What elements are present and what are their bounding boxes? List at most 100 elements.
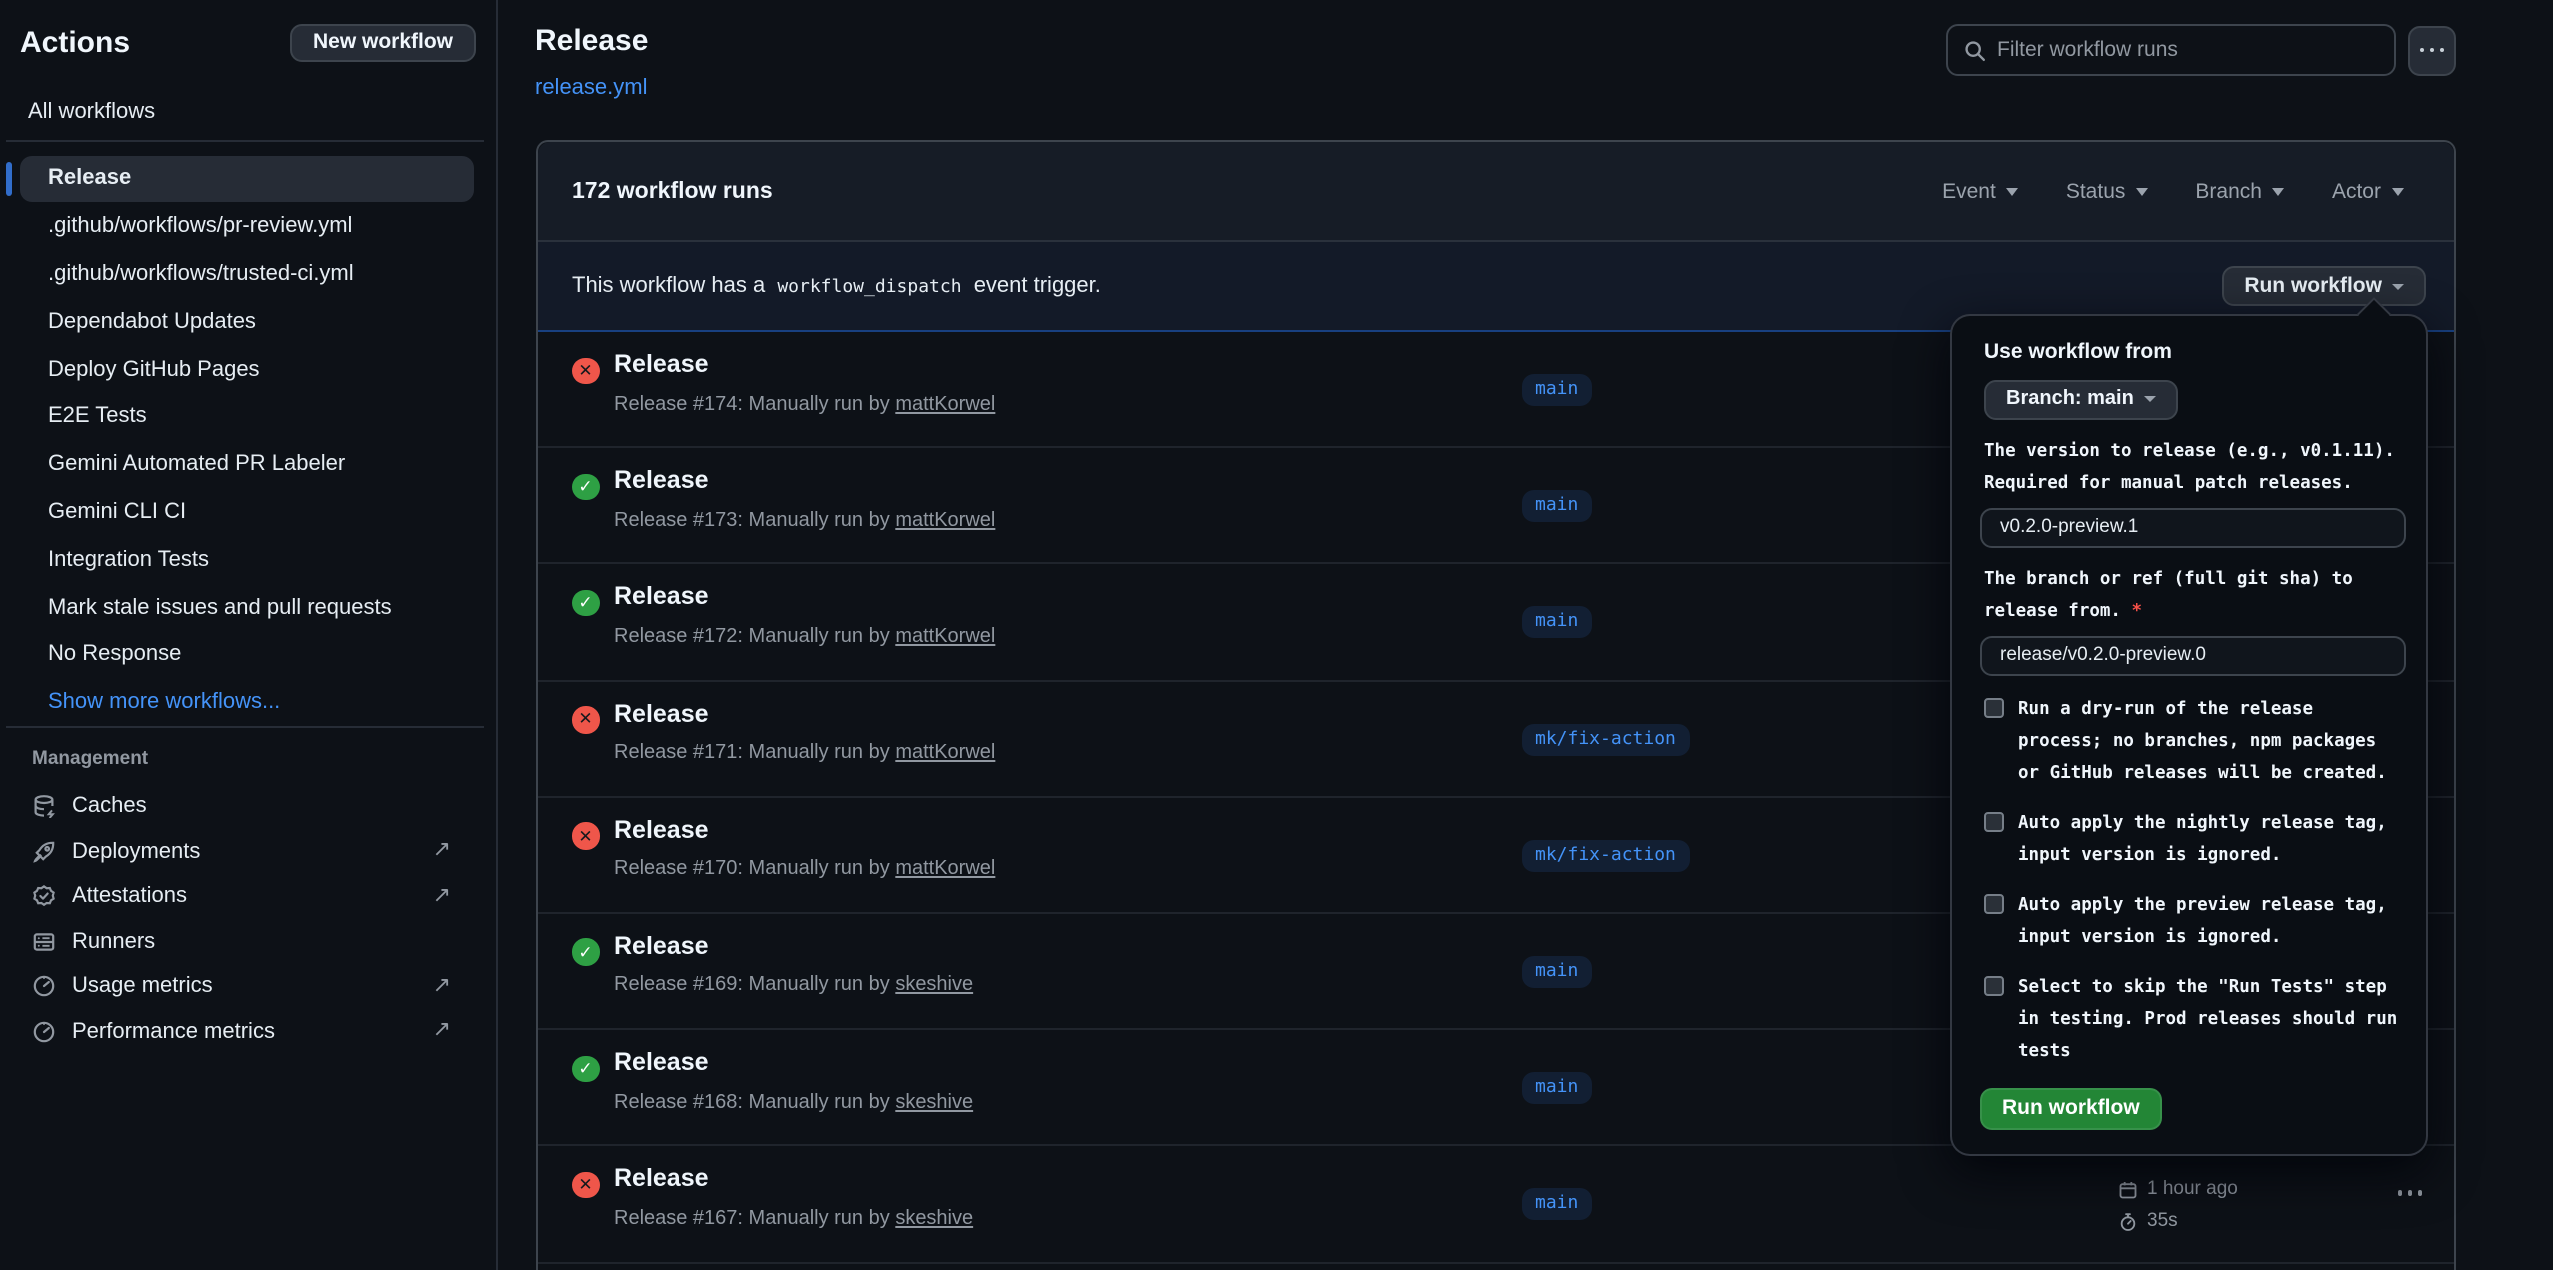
branch-badge[interactable]: main <box>1521 607 1592 639</box>
actor-link[interactable]: mattKorwel <box>895 742 995 764</box>
run-description: Release #167: Manually run by skeshive <box>614 1208 973 1230</box>
workflow-file-link[interactable]: release.yml <box>535 76 648 100</box>
run-title[interactable]: Release <box>614 1048 709 1076</box>
branch-badge[interactable]: main <box>1521 490 1592 522</box>
run-workflow-submit-button[interactable]: Run workflow <box>1980 1087 2162 1129</box>
chevron-down-icon <box>2392 283 2404 289</box>
ref-input[interactable] <box>1980 635 2406 675</box>
run-title[interactable]: Release <box>614 350 709 378</box>
sidebar-item-runners[interactable]: Runners <box>0 919 495 964</box>
sidebar-item-mark-stale[interactable]: Mark stale issues and pull requests <box>0 583 495 631</box>
sidebar-item-pr-review[interactable]: .github/workflows/pr-review.yml <box>0 203 495 251</box>
actor-link[interactable]: mattKorwel <box>895 393 995 415</box>
run-title[interactable]: Release <box>614 816 709 844</box>
sidebar-item-deploy-github-pages[interactable]: Deploy GitHub Pages <box>0 345 495 393</box>
ref-help-label: The branch or ref (full git sha) to rele… <box>1984 569 2353 621</box>
verified-icon <box>32 885 56 909</box>
sidebar-item-label: Deployments <box>72 840 200 864</box>
sidebar-item-release[interactable]: Release <box>19 155 473 203</box>
version-help-text: The version to release (e.g., v0.1.11). … <box>1984 435 2406 499</box>
filter-runs-input[interactable] <box>1997 38 2378 62</box>
sidebar-item-e2e-tests[interactable]: E2E Tests <box>0 393 495 441</box>
actor-link[interactable]: mattKorwel <box>895 626 995 648</box>
skip-tests-checkbox-row: Select to skip the "Run Tests" step in t… <box>1984 971 2402 1067</box>
version-input[interactable] <box>1980 507 2406 547</box>
sidebar-item-deployments[interactable]: Deployments ↗ <box>0 829 495 874</box>
show-more-workflows-link[interactable]: Show more workflows... <box>0 679 495 727</box>
run-description: Release #168: Manually run by skeshive <box>614 1091 973 1113</box>
branch-badge[interactable]: main <box>1521 1072 1592 1104</box>
filter-event-dropdown[interactable]: Event <box>1942 179 2018 203</box>
sidebar-item-performance-metrics[interactable]: Performance metrics ↗ <box>0 1009 495 1054</box>
run-status-icon <box>572 823 599 850</box>
sidebar-item-attestations[interactable]: Attestations ↗ <box>0 874 495 919</box>
dry-run-checkbox[interactable] <box>1984 698 2004 718</box>
actor-link[interactable]: skeshive <box>895 1091 973 1113</box>
run-title[interactable]: Release <box>614 583 709 611</box>
kebab-icon <box>2407 1191 2412 1196</box>
sidebar-item-integration-tests[interactable]: Integration Tests <box>0 536 495 584</box>
sidebar-item-trusted-ci[interactable]: .github/workflows/trusted-ci.yml <box>0 250 495 298</box>
server-icon <box>32 930 56 954</box>
kebab-icon <box>2397 1191 2402 1196</box>
run-status-icon <box>572 473 599 500</box>
run-description-text: Release #170: Manually run by <box>614 859 890 881</box>
branch-badge[interactable]: main <box>1521 956 1592 988</box>
external-link-icon: ↗ <box>433 886 451 908</box>
actor-link[interactable]: skeshive <box>895 975 973 997</box>
actor-link[interactable]: mattKorwel <box>895 509 995 531</box>
sidebar-item-usage-metrics[interactable]: Usage metrics ↗ <box>0 964 495 1009</box>
run-meta: 1 hour ago 35s <box>2117 1174 2238 1238</box>
workflow-options-kebab-button[interactable] <box>2408 25 2455 75</box>
branch-badge[interactable]: mk/fix-action <box>1521 840 1690 872</box>
page-title: Release <box>535 24 648 58</box>
new-workflow-button[interactable]: New workflow <box>291 24 475 61</box>
checkbox-label[interactable]: Auto apply the nightly release tag, inpu… <box>2018 807 2402 871</box>
filter-runs-searchbox[interactable] <box>1945 24 2396 76</box>
sidebar-item-gemini-cli-ci[interactable]: Gemini CLI CI <box>0 488 495 536</box>
run-title[interactable]: Release <box>614 466 709 494</box>
actor-link[interactable]: mattKorwel <box>895 859 995 881</box>
management-heading: Management <box>32 748 148 770</box>
run-title[interactable]: Release <box>614 932 709 960</box>
run-workflow-dropdown-button[interactable]: Run workflow <box>2222 266 2426 306</box>
checkbox-label[interactable]: Auto apply the preview release tag, inpu… <box>2018 889 2402 953</box>
filter-status-dropdown[interactable]: Status <box>2066 179 2148 203</box>
run-description-text: Release #174: Manually run by <box>614 393 890 415</box>
run-title[interactable]: Release <box>614 1165 709 1193</box>
filter-actor-dropdown[interactable]: Actor <box>2332 179 2403 203</box>
run-status-icon <box>572 1172 599 1199</box>
preview-tag-checkbox[interactable] <box>1984 894 2004 914</box>
chevron-down-icon <box>2135 187 2147 195</box>
sidebar-divider <box>6 140 483 142</box>
run-title[interactable]: Release <box>614 699 709 727</box>
skip-tests-checkbox[interactable] <box>1984 976 2004 996</box>
sidebar-item-label: E2E Tests <box>48 405 147 429</box>
all-workflows-link[interactable]: All workflows <box>28 100 155 124</box>
branch-badge[interactable]: mk/fix-action <box>1521 723 1690 755</box>
branch-selector-button[interactable]: Branch: main <box>1984 379 2178 419</box>
run-description: Release #172: Manually run by mattKorwel <box>614 626 995 648</box>
branch-badge[interactable]: main <box>1521 374 1592 406</box>
calendar-icon <box>2117 1180 2137 1200</box>
sidebar-item-label: Runners <box>72 930 155 954</box>
branch-badge[interactable]: main <box>1521 1189 1592 1221</box>
run-status-icon <box>572 939 599 966</box>
run-kebab-button[interactable] <box>2397 1191 2422 1196</box>
checkbox-label[interactable]: Select to skip the "Run Tests" step in t… <box>2018 971 2402 1067</box>
sidebar-item-caches[interactable]: Caches <box>0 784 495 829</box>
sidebar-item-label: .github/workflows/pr-review.yml <box>48 214 352 238</box>
chevron-down-icon <box>2272 187 2284 195</box>
sidebar-item-label: Release <box>48 167 131 191</box>
checkbox-label[interactable]: Run a dry-run of the release process; no… <box>2018 693 2402 789</box>
filter-label: Status <box>2066 179 2126 203</box>
sidebar-item-dependabot-updates[interactable]: Dependabot Updates <box>0 298 495 346</box>
chevron-down-icon <box>2144 396 2156 402</box>
run-row[interactable]: Release Release #167: Manually run by sk… <box>537 1147 2453 1263</box>
filter-branch-dropdown[interactable]: Branch <box>2195 179 2284 203</box>
sidebar-item-gemini-pr-labeler[interactable]: Gemini Automated PR Labeler <box>0 441 495 489</box>
nightly-tag-checkbox[interactable] <box>1984 812 2004 832</box>
run-workflow-popover: Use workflow from Branch: main The versi… <box>1950 314 2428 1155</box>
sidebar-item-no-response[interactable]: No Response <box>0 631 495 679</box>
actor-link[interactable]: skeshive <box>895 1208 973 1230</box>
